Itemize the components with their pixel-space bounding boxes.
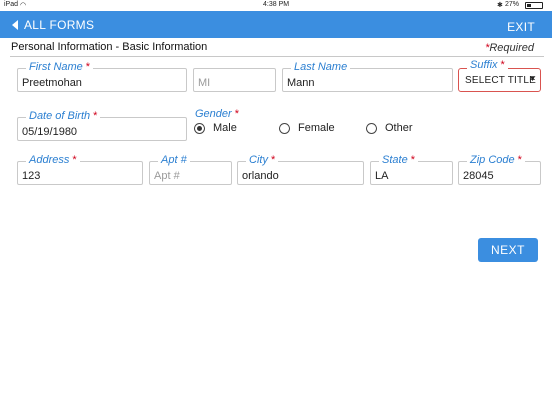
section-title: Personal Information - Basic Information xyxy=(11,41,208,53)
chevron-left-icon xyxy=(12,20,18,30)
required-note: *Required xyxy=(485,42,534,54)
gender-label: Gender * xyxy=(193,108,242,121)
zip-code-input[interactable] xyxy=(459,162,540,184)
next-button[interactable]: NEXT xyxy=(478,238,538,262)
state-field: State * xyxy=(370,154,453,185)
exit-button[interactable]: EXIT xyxy=(507,20,535,34)
city-field: City * xyxy=(237,154,364,185)
state-input[interactable] xyxy=(371,162,452,184)
middle-initial-field xyxy=(193,68,276,92)
status-bar: iPad ◠ 4:38 PM ✱ 27% xyxy=(0,0,552,11)
gender-radio-male[interactable]: Male xyxy=(194,122,237,134)
wifi-icon: ◠ xyxy=(20,2,27,9)
suffix-label: Suffix * xyxy=(467,59,508,72)
radio-unselected-icon xyxy=(279,122,290,134)
section-divider xyxy=(10,56,544,57)
gender-radio-other[interactable]: Other xyxy=(366,122,413,134)
clock: 4:38 PM xyxy=(263,1,290,8)
battery-icon xyxy=(525,2,543,9)
gender-option-label: Other xyxy=(385,122,413,134)
radio-selected-icon xyxy=(194,122,205,134)
required-text: Required xyxy=(489,42,534,54)
zip-code-field: Zip Code * xyxy=(458,154,541,185)
suffix-selected-value: SELECT TITLE xyxy=(465,75,536,86)
carrier-label: iPad xyxy=(4,1,19,8)
battery-percent: 27% xyxy=(505,1,520,8)
nav-bar: ALL FORMS EXIT xyxy=(0,11,552,38)
gender-option-label: Female xyxy=(298,122,335,134)
last-name-input[interactable] xyxy=(283,69,452,91)
address-field: Address * xyxy=(17,154,143,185)
radio-unselected-icon xyxy=(366,122,377,134)
middle-initial-input[interactable] xyxy=(194,69,275,91)
city-input[interactable] xyxy=(238,162,363,184)
bluetooth-icon: ✱ xyxy=(497,2,503,9)
address-input[interactable] xyxy=(18,162,142,184)
apt-input[interactable] xyxy=(150,162,231,184)
back-button-label: ALL FORMS xyxy=(24,18,95,32)
back-button[interactable]: ALL FORMS xyxy=(12,17,94,33)
first-name-input[interactable] xyxy=(18,69,186,91)
apt-field: Apt # xyxy=(149,154,232,185)
date-of-birth-field: Date of Birth * xyxy=(17,110,187,141)
gender-radio-female[interactable]: Female xyxy=(279,122,335,134)
gender-option-label: Male xyxy=(213,122,237,134)
date-of-birth-input[interactable] xyxy=(18,118,186,140)
chevron-down-icon: ▼ xyxy=(529,76,536,83)
last-name-field: Last Name xyxy=(282,61,453,92)
first-name-field: First Name * xyxy=(17,61,187,92)
